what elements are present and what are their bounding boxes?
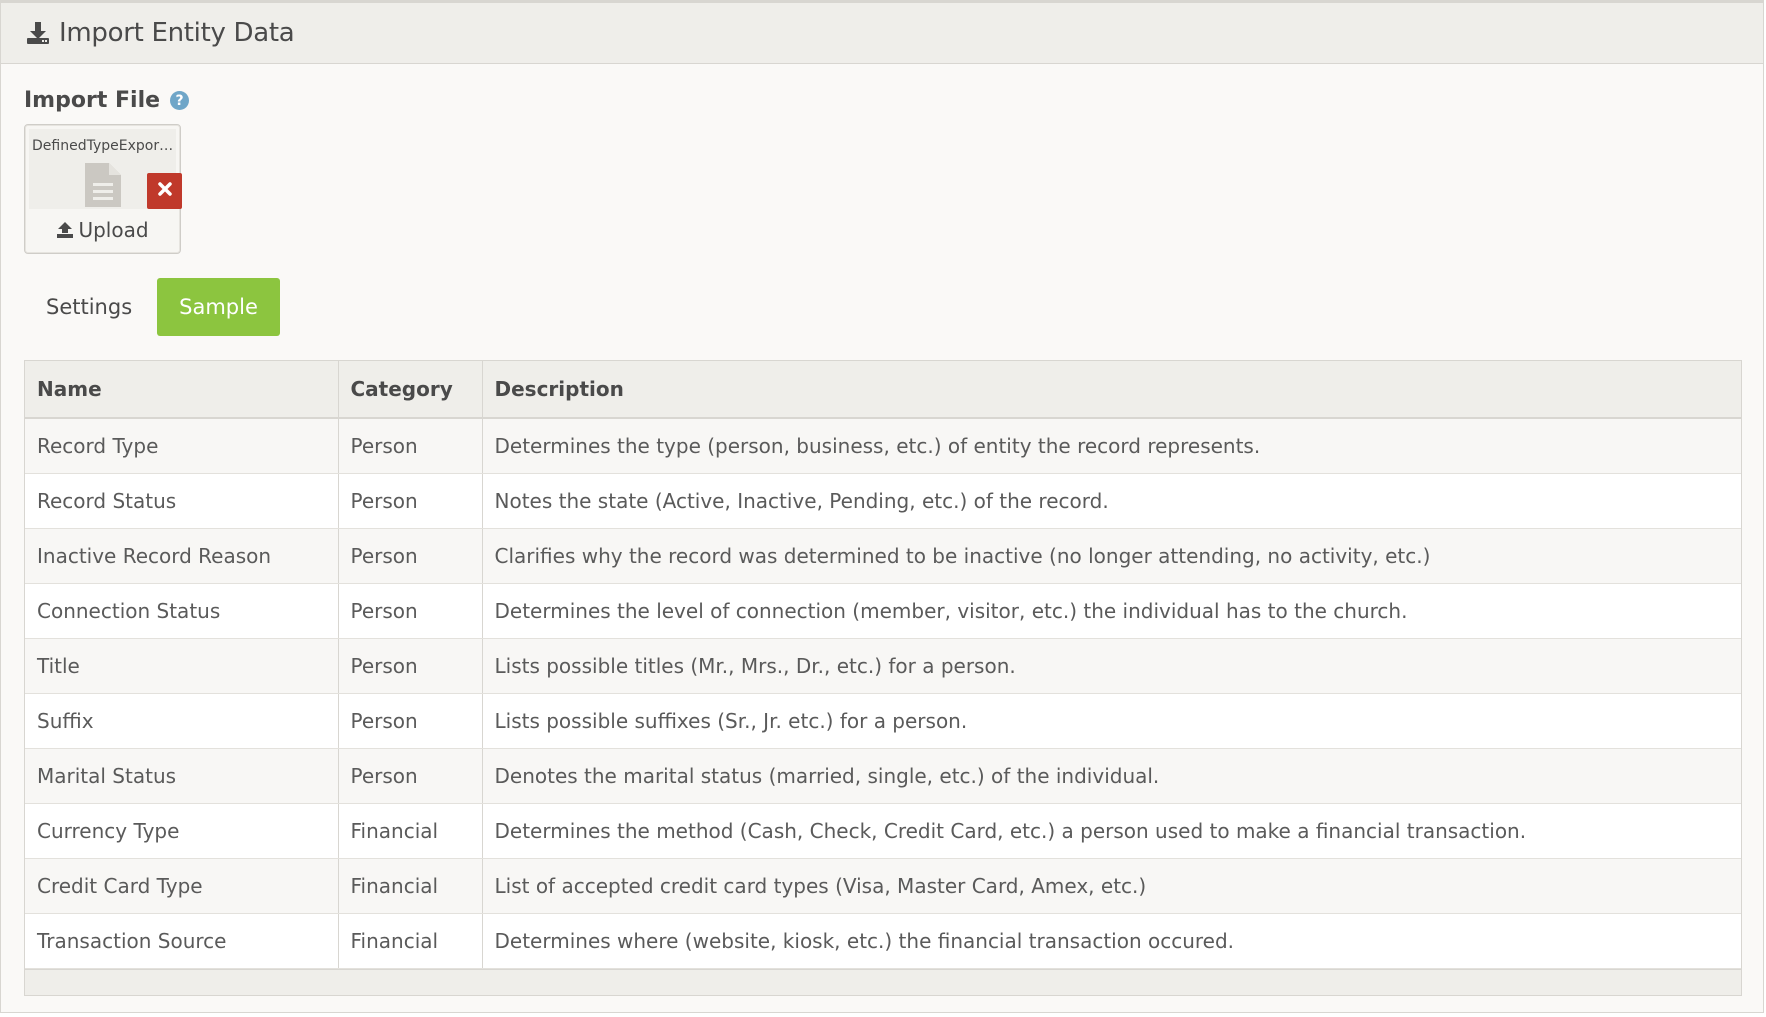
cell-name: Suffix bbox=[25, 693, 339, 749]
tab-sample[interactable]: Sample bbox=[157, 278, 280, 336]
table-row[interactable]: Record Type Person Determines the type (pe… bbox=[25, 418, 1741, 474]
column-header-name[interactable]: Name bbox=[25, 361, 339, 419]
cell-category: Person bbox=[338, 418, 483, 474]
cell-category: Person bbox=[338, 638, 483, 694]
table-row[interactable]: Marital Status Person Denotes the marital … bbox=[25, 748, 1741, 804]
table-row[interactable]: Transaction Source Financial Determines wh… bbox=[25, 913, 1741, 969]
sample-table: Name Category Description Record Type Per… bbox=[25, 361, 1741, 969]
cell-name: Credit Card Type bbox=[25, 858, 339, 914]
sample-grid: Name Category Description Record Type Per… bbox=[24, 360, 1742, 996]
cell-name: Record Status bbox=[25, 473, 339, 529]
question-circle-icon[interactable]: ? bbox=[170, 91, 190, 110]
cell-description: Determines the method (Cash, Check, Cred… bbox=[482, 803, 1741, 859]
column-header-description[interactable]: Description bbox=[482, 361, 1741, 419]
cell-category: Person bbox=[338, 748, 483, 804]
cell-category: Financial bbox=[338, 913, 483, 969]
import-file-label: Import File ? bbox=[24, 88, 190, 113]
upload-button[interactable]: Upload bbox=[29, 209, 176, 251]
cell-category: Person bbox=[338, 528, 483, 584]
cell-name: Currency Type bbox=[25, 803, 339, 859]
table-header-row: Name Category Description bbox=[25, 361, 1741, 419]
cell-description: Determines where (website, kiosk, etc.) … bbox=[482, 913, 1741, 969]
table-row[interactable]: Record Status Person Notes the state (Acti… bbox=[25, 473, 1741, 529]
cell-name: Record Type bbox=[25, 418, 339, 474]
cell-description: Determines the type (person, business, e… bbox=[482, 418, 1741, 474]
cell-description: Determines the level of connection (memb… bbox=[482, 583, 1741, 639]
table-row[interactable]: Inactive Record Reason Person Clarifies wh… bbox=[25, 528, 1741, 584]
file-preview: DefinedTypeExport... bbox=[29, 129, 182, 211]
table-row[interactable]: Credit Card Type Financial List of accepte… bbox=[25, 858, 1741, 914]
grid-footer bbox=[25, 969, 1741, 995]
table-row[interactable]: Connection Status Person Determines the le… bbox=[25, 583, 1741, 639]
column-header-category[interactable]: Category bbox=[338, 361, 483, 419]
cell-description: Lists possible titles (Mr., Mrs., Dr., e… bbox=[482, 638, 1741, 694]
times-icon bbox=[157, 181, 173, 201]
table-row[interactable]: Title Person Lists possible titles (Mr., M… bbox=[25, 638, 1741, 694]
file-text-icon bbox=[85, 163, 121, 211]
table-row[interactable]: Currency Type Financial Determines the met… bbox=[25, 803, 1741, 859]
tab-strip: Settings Sample bbox=[24, 278, 283, 336]
file-uploader: DefinedTypeExport... Upload bbox=[24, 124, 182, 254]
cell-name: Title bbox=[25, 638, 339, 694]
cell-description: Notes the state (Active, Inactive, Pendi… bbox=[482, 473, 1741, 529]
remove-file-button[interactable] bbox=[147, 173, 182, 209]
cell-description: Lists possible suffixes (Sr., Jr. etc.) … bbox=[482, 693, 1741, 749]
cell-name: Connection Status bbox=[25, 583, 339, 639]
file-name: DefinedTypeExport... bbox=[32, 138, 177, 154]
cell-category: Person bbox=[338, 693, 483, 749]
panel-heading: Import Entity Data bbox=[1, 3, 1763, 64]
download-icon bbox=[25, 20, 51, 46]
import-file-label-text: Import File bbox=[24, 88, 161, 113]
cell-name: Transaction Source bbox=[25, 913, 339, 969]
cell-category: Financial bbox=[338, 803, 483, 859]
table-body: Record Type Person Determines the type (pe… bbox=[25, 418, 1741, 969]
cell-name: Inactive Record Reason bbox=[25, 528, 339, 584]
tab-settings[interactable]: Settings bbox=[24, 278, 154, 336]
cell-category: Financial bbox=[338, 858, 483, 914]
cell-description: Clarifies why the record was determined … bbox=[482, 528, 1741, 584]
cell-description: Denotes the marital status (married, sin… bbox=[482, 748, 1741, 804]
cell-name: Marital Status bbox=[25, 748, 339, 804]
upload-label: Upload bbox=[78, 218, 149, 242]
page-title: Import Entity Data bbox=[59, 18, 295, 48]
cell-category: Person bbox=[338, 583, 483, 639]
cell-description: List of accepted credit card types (Visa… bbox=[482, 858, 1741, 914]
cell-category: Person bbox=[338, 473, 483, 529]
upload-icon bbox=[57, 222, 74, 238]
table-row[interactable]: Suffix Person Lists possible suffixes (Sr.… bbox=[25, 693, 1741, 749]
